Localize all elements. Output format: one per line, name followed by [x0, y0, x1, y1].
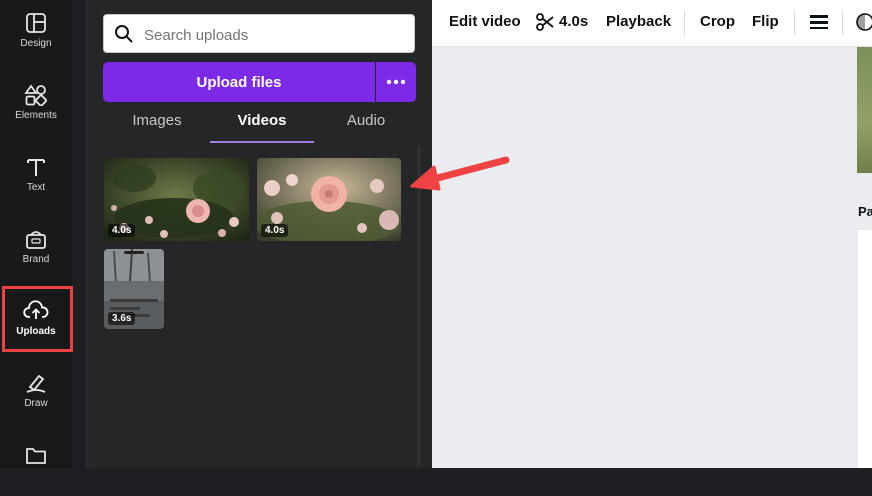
design-icon — [26, 13, 46, 33]
sidebar-item-text[interactable]: Text — [0, 144, 72, 208]
sidebar-item-brand[interactable]: Brand — [0, 216, 72, 280]
duration-badge: 4.0s — [261, 224, 289, 237]
tab-audio[interactable]: Audio — [314, 104, 418, 142]
duration-badge: 4.0s — [108, 224, 136, 237]
upload-files-button[interactable]: Upload files — [103, 62, 375, 102]
side-rail: Design Elements Text Brand Uploads Draw — [0, 0, 72, 468]
sidebar-item-label: Text — [26, 182, 46, 193]
uploads-panel: Upload files Images Videos Audio 4.0s 4.… — [89, 0, 432, 468]
toolbar-divider — [684, 10, 685, 36]
playback-button[interactable]: Playback — [606, 13, 671, 30]
video-thumbnail[interactable]: 3.6s — [104, 249, 164, 329]
page-preview-image[interactable] — [857, 47, 872, 173]
draw-icon — [26, 374, 46, 393]
flip-button[interactable]: Flip — [752, 13, 779, 30]
active-tab-indicator — [210, 141, 314, 143]
crop-button[interactable]: Crop — [700, 13, 735, 30]
brand-icon — [26, 231, 46, 249]
transparency-icon[interactable] — [855, 12, 872, 32]
search-input[interactable] — [142, 23, 406, 47]
folder-icon — [26, 448, 46, 464]
sidebar-item-projects[interactable] — [0, 432, 72, 496]
sidebar-item-elements[interactable]: Elements — [0, 72, 72, 136]
elements-icon — [24, 84, 47, 106]
duration-badge: 3.6s — [108, 312, 136, 325]
search-icon — [115, 25, 133, 43]
video-thumbnail[interactable]: 4.0s — [104, 158, 249, 241]
uploads-highlight-box — [2, 286, 73, 352]
upload-files-label: Upload files — [196, 73, 282, 91]
page-canvas[interactable] — [858, 230, 872, 468]
sidebar-item-label: Draw — [24, 398, 48, 409]
position-lines-icon[interactable] — [809, 13, 829, 31]
edit-video-button[interactable]: Edit video — [449, 13, 521, 30]
upload-tabs: Images Videos Audio — [103, 104, 415, 144]
sidebar-item-label: Elements — [15, 110, 57, 121]
sidebar-item-design[interactable]: Design — [0, 0, 72, 64]
text-icon — [27, 159, 45, 176]
sidebar-item-label: Design — [20, 38, 52, 49]
duration-button[interactable]: 4.0s — [559, 13, 588, 30]
tab-videos[interactable]: Videos — [210, 104, 314, 142]
video-thumbnail[interactable]: 4.0s — [257, 158, 401, 241]
sidebar-item-draw[interactable]: Draw — [0, 360, 72, 424]
sidebar-item-label: Brand — [22, 254, 50, 265]
page-label: Pa — [858, 204, 872, 219]
scissors-icon[interactable] — [535, 12, 555, 32]
more-horizontal-icon — [386, 79, 406, 85]
toolbar-divider — [842, 10, 843, 36]
search-box[interactable] — [103, 14, 415, 53]
toolbar-divider — [794, 10, 795, 36]
more-options-button[interactable] — [376, 62, 416, 102]
tab-images[interactable]: Images — [105, 104, 209, 142]
canvas-area — [432, 47, 872, 468]
annotation-arrow — [410, 156, 510, 191]
top-toolbar: Edit video 4.0s Playback Crop Flip — [432, 0, 872, 47]
